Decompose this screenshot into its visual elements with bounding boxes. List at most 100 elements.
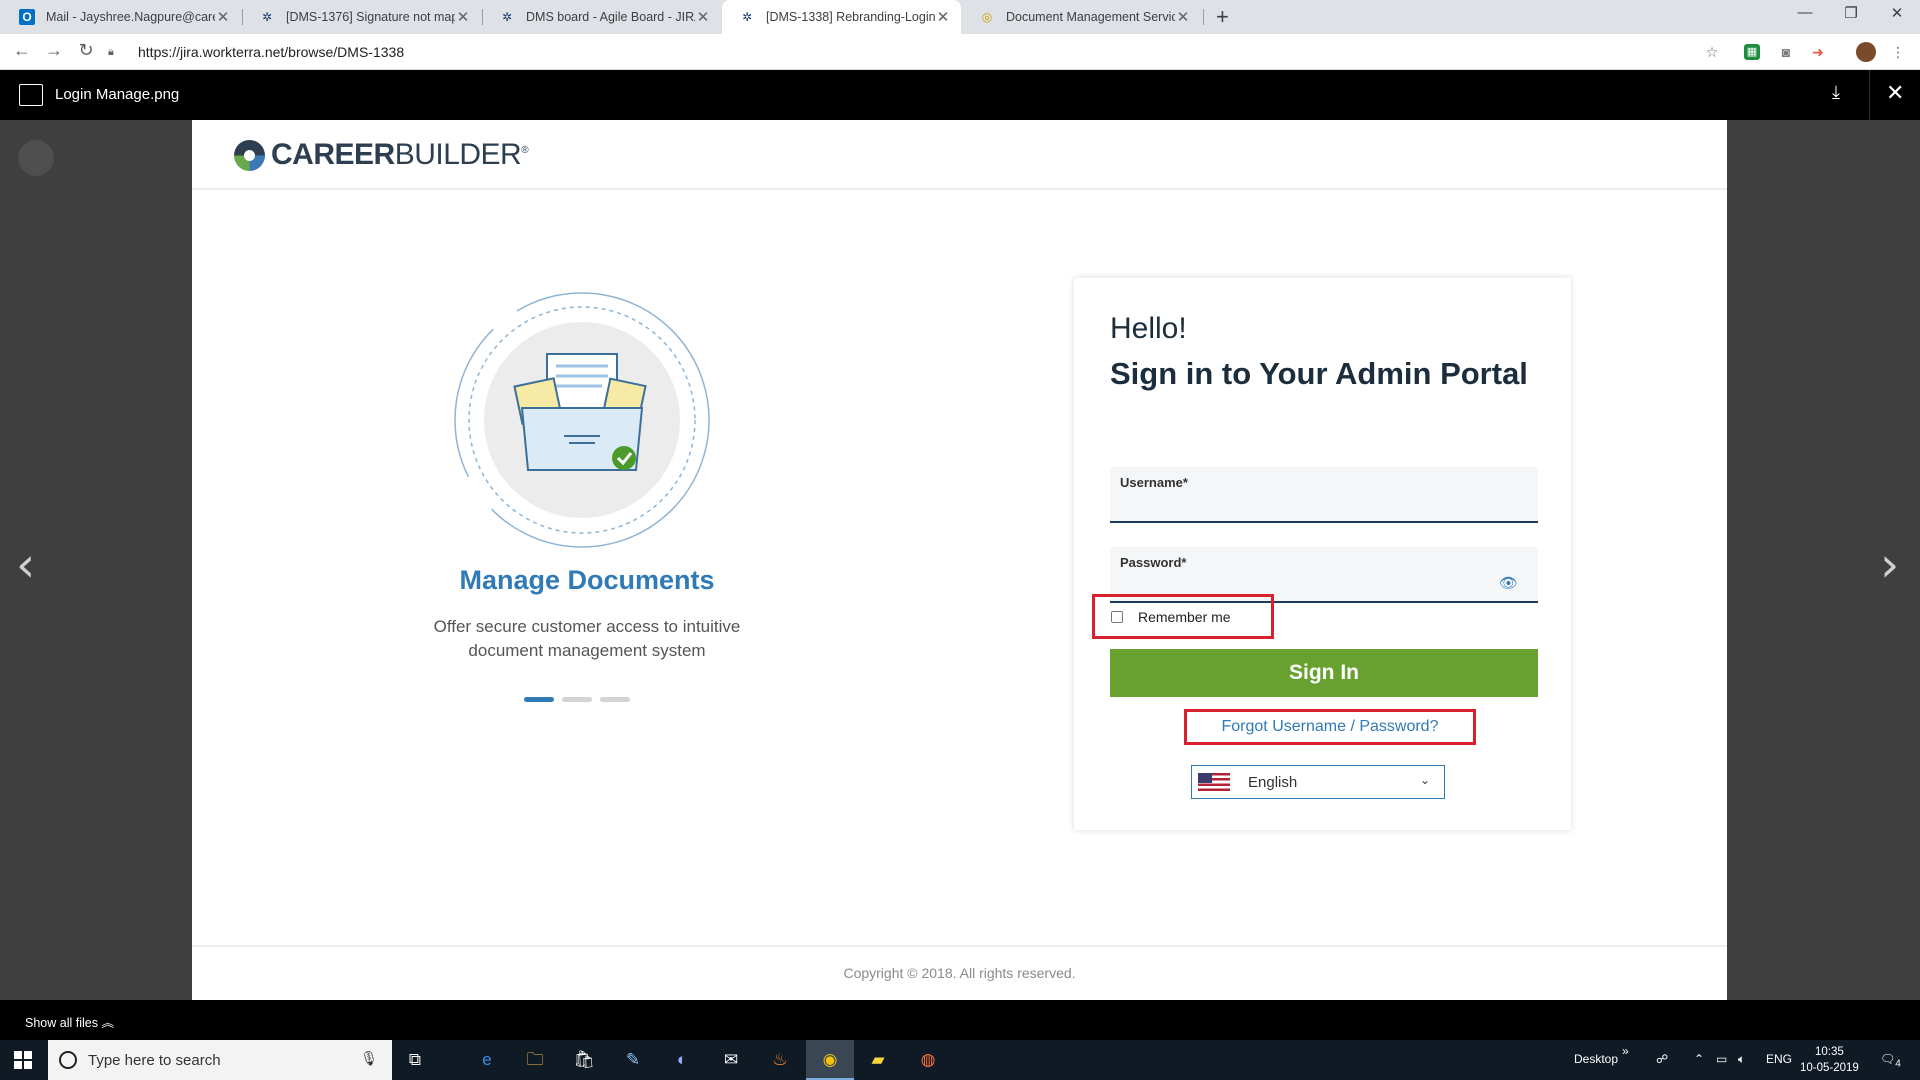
language-value: English (1248, 773, 1298, 791)
lock-icon: 🔒︎ (108, 45, 114, 58)
carousel-title: Manage Documents (459, 565, 715, 595)
close-icon[interactable]: ✕ (695, 8, 711, 26)
careerbuilder-logo: CAREERBUILDER® (234, 138, 529, 172)
file-name: Login Manage.png (55, 86, 180, 103)
search-placeholder: Type here to search (88, 1051, 221, 1069)
firefox-icon[interactable]: ◍ (916, 1048, 940, 1072)
maximize-button[interactable]: ❐ (1828, 4, 1874, 22)
mail-icon[interactable]: ✉ (719, 1048, 743, 1072)
copyright-text: Copyright © 2018. All rights reserved. (843, 965, 1076, 981)
browser-tab-bar: O Mail - Jayshree.Nagpure@careerb ✕ ✲ [D… (0, 0, 1920, 34)
username-label: Username* (1120, 475, 1188, 490)
show-password-icon[interactable]: 👁︎ (1499, 574, 1518, 592)
avatar[interactable] (1856, 42, 1876, 62)
forward-icon[interactable]: → (42, 40, 66, 61)
network-icon[interactable]: ▭ (1716, 1052, 1727, 1066)
tab-mail[interactable]: O Mail - Jayshree.Nagpure@careerb ✕ (2, 0, 241, 34)
back-icon[interactable]: ← (10, 40, 34, 61)
file-explorer-icon[interactable]: 🗀︎ (523, 1048, 547, 1072)
clock-date: 10-05-2019 (1800, 1062, 1859, 1074)
chevron-up-icon: ︽ (101, 1016, 114, 1030)
taskbar-search[interactable]: Type here to search 🎙︎ (48, 1040, 392, 1080)
tab-document-management[interactable]: ◎ Document Management Service ✕ (962, 0, 1201, 34)
close-icon[interactable]: ✕ (1175, 8, 1191, 26)
login-heading: Sign in to Your Admin Portal (1110, 356, 1528, 391)
sheets-extension-icon[interactable]: ▦ (1744, 44, 1760, 60)
notification-count: 4 (1895, 1058, 1901, 1070)
people-icon[interactable]: ☍ (1656, 1052, 1668, 1066)
edge-icon[interactable]: e (475, 1048, 499, 1072)
star-icon[interactable]: ☆ (1702, 42, 1722, 62)
windows-start-icon[interactable] (14, 1051, 32, 1069)
jira-icon: ✲ (261, 10, 273, 24)
language-select[interactable]: English ⌄ (1191, 765, 1445, 799)
chevron-right-icon[interactable]: » (1622, 1044, 1629, 1058)
flame-app-icon[interactable]: ♨ (768, 1048, 792, 1072)
us-flag-icon (1198, 773, 1230, 791)
next-image-icon[interactable]: › (1880, 537, 1899, 593)
menu-icon[interactable]: ⋮ (1888, 42, 1908, 62)
logo-text-light: BUILDER (394, 138, 522, 171)
tab-dms-board[interactable]: ✲ DMS board - Agile Board - JIRA ✕ (482, 0, 721, 34)
carousel-dot[interactable] (524, 697, 554, 702)
chrome-icon[interactable]: ◉ (806, 1040, 854, 1080)
greeting: Hello! (1110, 312, 1187, 345)
username-field[interactable]: Username* (1110, 467, 1538, 523)
chevron-down-icon: ⌄ (1419, 773, 1430, 787)
tab-title: Document Management Service (1006, 10, 1175, 24)
avatar (18, 140, 54, 176)
download-icon[interactable]: ⤓ (1832, 82, 1840, 103)
carousel-subtitle: Offer secure customer access to intuitiv… (392, 615, 782, 663)
cortana-icon (59, 1051, 77, 1069)
logo-mark-icon (234, 139, 265, 171)
chevron-up-icon[interactable]: ⌃ (1694, 1052, 1704, 1066)
eclipse-icon[interactable]: ◐ (670, 1048, 694, 1072)
tab-dms-1376[interactable]: ✲ [DMS-1376] Signature not mapp ✕ (242, 0, 481, 34)
tab-title: [DMS-1338] Rebranding-Login H (766, 10, 935, 24)
close-icon[interactable]: ✕ (455, 8, 471, 26)
close-icon[interactable]: ✕ (215, 8, 231, 26)
close-viewer-icon[interactable]: ✕ (1886, 80, 1904, 106)
carousel-dot[interactable] (600, 697, 630, 702)
minimize-button[interactable]: — (1782, 4, 1828, 21)
microphone-icon[interactable]: 🎙︎ (360, 1050, 378, 1067)
tab-title: DMS board - Agile Board - JIRA (526, 10, 695, 24)
notes-app-icon[interactable]: ✎ (621, 1048, 645, 1072)
remember-me-checkbox[interactable] (1111, 610, 1123, 623)
show-all-files-label: Show all files (25, 1016, 98, 1030)
show-all-files-button[interactable]: Show all files ︽ (25, 1012, 114, 1031)
window-close-button[interactable]: ✕ (1874, 4, 1920, 22)
url-field[interactable]: 🔒︎ https://jira.workterra.net/browse/DMS… (108, 39, 1736, 65)
forgot-credentials-link[interactable]: Forgot Username / Password? (1184, 709, 1476, 745)
tab-dms-1338[interactable]: ✲ [DMS-1338] Rebranding-Login H ✕ (722, 0, 961, 34)
new-tab-button[interactable]: + (1216, 4, 1229, 30)
clock[interactable]: 10:35 10-05-2019 (1800, 1044, 1859, 1076)
remember-me-highlight: Remember me (1092, 594, 1274, 639)
desktop-toolbar-label[interactable]: Desktop (1574, 1052, 1618, 1066)
downloads-bar: Show all files ︽ (0, 1000, 1920, 1040)
previous-image-icon[interactable]: ‹ (16, 537, 35, 593)
outlook-icon: O (19, 9, 35, 25)
password-label: Password* (1120, 555, 1187, 570)
sticky-notes-icon[interactable]: ▰ (866, 1048, 890, 1072)
clock-time: 10:35 (1815, 1046, 1844, 1058)
close-icon[interactable]: ✕ (935, 8, 951, 26)
volume-icon[interactable]: 🔈︎ (1738, 1052, 1745, 1067)
folder-documents-illustration (454, 292, 710, 548)
sign-in-button[interactable]: Sign In (1110, 649, 1538, 697)
remember-me-label[interactable]: Remember me (1138, 609, 1231, 625)
address-bar-row: ← → ↻ 🔒︎ https://jira.workterra.net/brow… (0, 34, 1920, 70)
store-icon[interactable]: 🛍︎ (572, 1048, 596, 1072)
dms-icon: ◎ (981, 10, 993, 24)
share-extension-icon[interactable]: ➜ (1808, 42, 1828, 62)
task-view-icon[interactable]: ⧉ (403, 1048, 427, 1072)
image-file-icon (19, 84, 43, 106)
logo-text-strong: CAREER (271, 138, 395, 171)
input-language[interactable]: ENG (1766, 1052, 1792, 1066)
jira-icon: ✲ (501, 10, 513, 24)
camera-extension-icon[interactable]: ◙ (1776, 42, 1796, 62)
reload-icon[interactable]: ↻ (74, 40, 98, 61)
carousel-dot[interactable] (562, 697, 592, 702)
tab-title: Mail - Jayshree.Nagpure@careerb (46, 10, 215, 24)
notifications-icon[interactable]: 🗨︎4 (1880, 1052, 1901, 1069)
